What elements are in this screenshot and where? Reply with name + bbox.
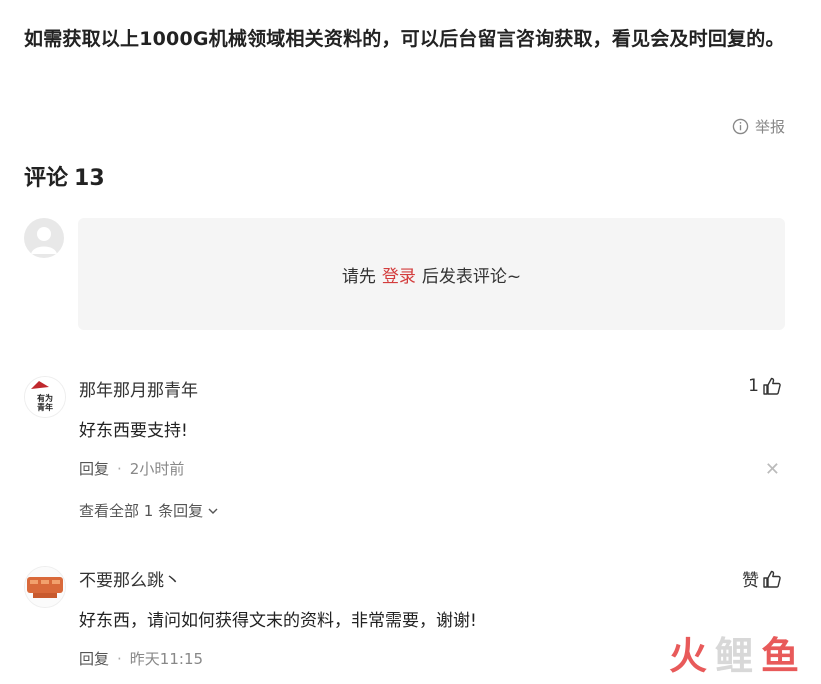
avatar-text-top: 有为 <box>37 393 53 403</box>
user-avatar[interactable] <box>24 566 66 608</box>
login-prompt-after: 后发表评论~ <box>421 266 522 287</box>
report-button[interactable]: 举报 <box>732 116 785 137</box>
like-button[interactable]: 1 <box>748 376 782 396</box>
current-user-avatar <box>24 218 64 258</box>
comment-time: 2小时前 <box>129 460 185 478</box>
login-prompt-before: 请先 <box>341 266 376 287</box>
comment-time: 昨天11:15 <box>129 650 204 668</box>
comments-count: 13 <box>74 166 105 191</box>
comment-meta: 回复 · 2小时前 <box>79 458 184 479</box>
watermark-char-2: 鲤 <box>714 634 753 678</box>
like-count: 1 <box>748 376 759 396</box>
info-icon <box>732 118 749 135</box>
comment-username[interactable]: 不要那么跳丶 <box>79 566 181 591</box>
avatar-text-bottom: 青年 <box>37 402 53 412</box>
report-label: 举报 <box>754 118 785 136</box>
chevron-down-icon <box>208 508 218 514</box>
reply-button[interactable]: 回复 <box>79 458 109 479</box>
meta-separator: · <box>117 459 122 478</box>
thumbs-up-icon <box>763 377 781 395</box>
comment-item: 有为 青年 那年那月那青年 1 好东西要支持! 回复 · 2小时前 ✕ 查看全部… <box>24 376 794 526</box>
reply-button[interactable]: 回复 <box>79 648 109 669</box>
comments-heading: 评论 13 <box>24 160 111 192</box>
meta-separator: · <box>117 649 122 668</box>
login-link[interactable]: 登录 <box>382 262 416 287</box>
thumbs-up-icon <box>763 570 781 588</box>
comment-body: 好东西，请问如何获得文末的资料，非常需要，谢谢! <box>79 611 477 631</box>
watermark-char-3: 鱼 <box>760 634 799 678</box>
user-avatar-image: 有为 青年 <box>25 377 65 417</box>
comment-meta: 回复 · 昨天11:15 <box>79 648 203 669</box>
view-all-replies-label: 查看全部 1 条回复 <box>79 502 204 520</box>
like-label: 赞 <box>742 571 759 591</box>
close-icon[interactable]: ✕ <box>765 459 780 480</box>
user-avatar[interactable]: 有为 青年 <box>24 376 66 418</box>
view-all-replies-link[interactable]: 查看全部 1 条回复 <box>79 500 219 521</box>
comment-input-placeholder[interactable]: 请先 登录 后发表评论~ <box>78 218 785 330</box>
default-avatar-icon <box>31 227 57 254</box>
comment-username[interactable]: 那年那月那青年 <box>79 376 198 401</box>
user-avatar-image <box>25 567 65 607</box>
comments-title-label: 评论 <box>24 166 69 191</box>
comment-body: 好东西要支持! <box>79 421 188 441</box>
watermark-char-1: 火 <box>668 634 707 678</box>
site-watermark-logo: 火 鲤 鱼 <box>669 625 799 680</box>
article-last-paragraph: 如需获取以上1000G机械领域相关资料的，可以后台留言咨询获取，看见会及时回复的… <box>24 28 785 50</box>
like-button[interactable]: 赞 <box>742 566 782 591</box>
